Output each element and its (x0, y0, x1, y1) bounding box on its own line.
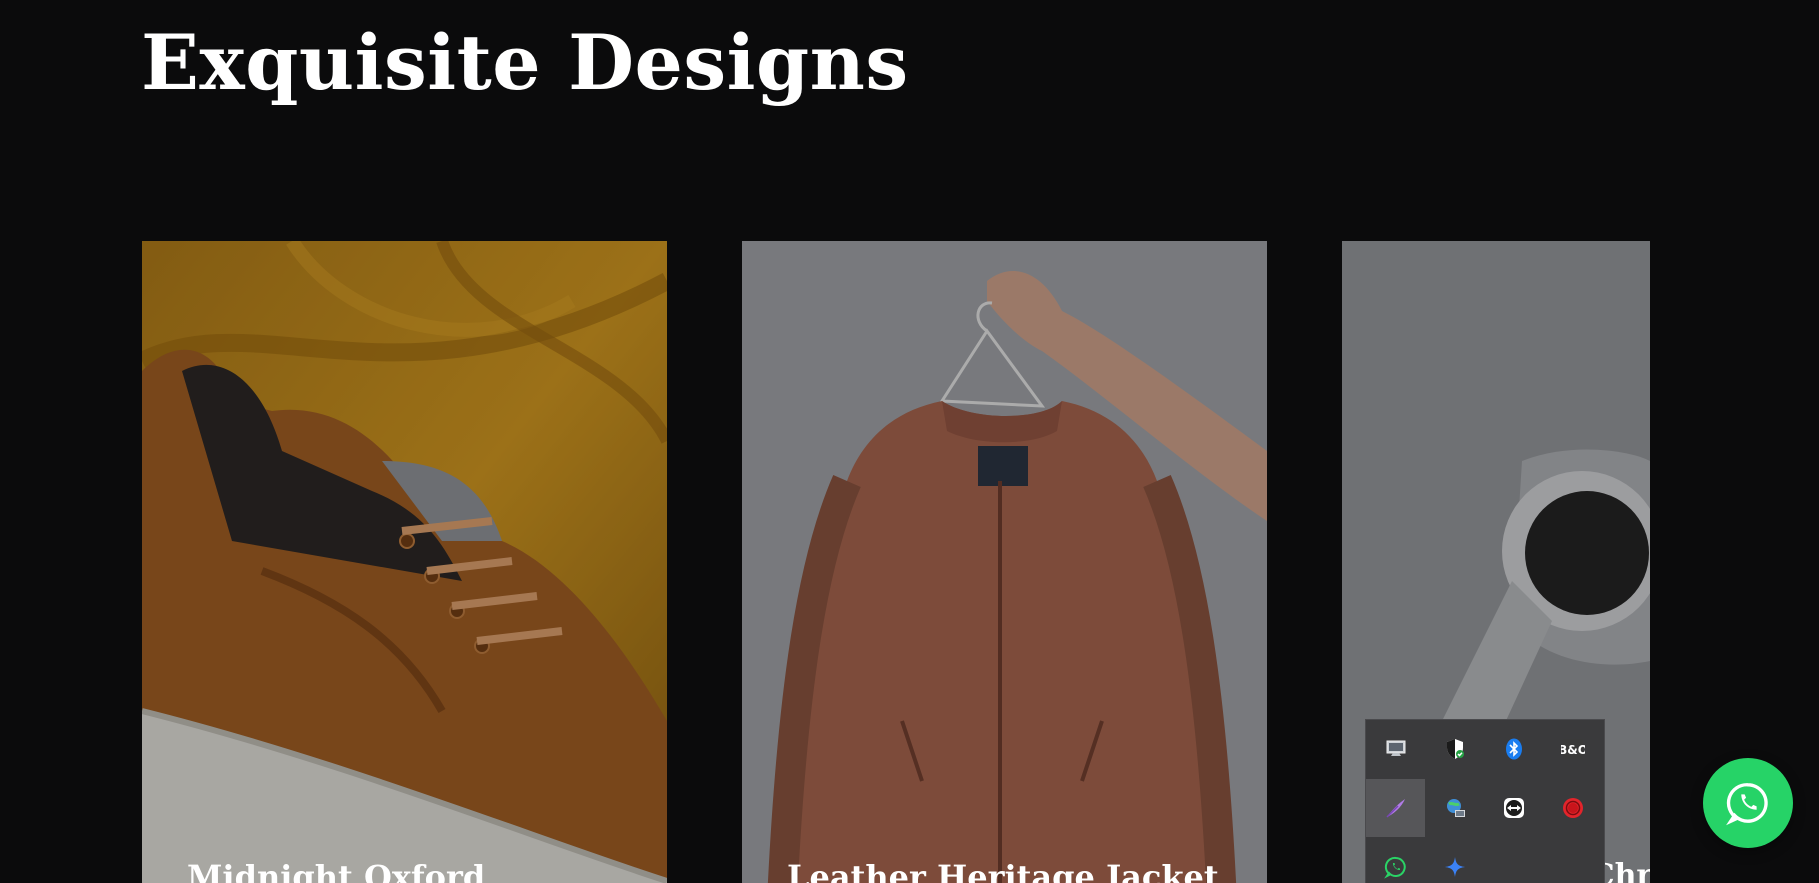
display-icon[interactable] (1366, 720, 1425, 778)
whatsapp-icon[interactable] (1366, 838, 1425, 883)
page-title: Exquisite Designs (141, 18, 909, 107)
card-overlay (142, 241, 667, 883)
sparkle-icon[interactable] (1425, 838, 1484, 883)
svg-text:B&O: B&O (1561, 743, 1585, 757)
system-tray-overflow: B&O (1365, 719, 1605, 883)
bluetooth-icon[interactable] (1484, 720, 1543, 778)
product-title[interactable]: Midnight Oxford (187, 858, 485, 883)
card-overlay (742, 241, 1267, 883)
product-title[interactable]: Leather Heritage Jacket (787, 858, 1219, 883)
whatsapp-chat-button[interactable] (1703, 758, 1793, 848)
app-bo-icon[interactable]: B&O (1543, 720, 1602, 778)
product-card-leather-heritage-jacket[interactable]: Leather Heritage Jacket (742, 241, 1267, 883)
whatsapp-icon (1726, 783, 1768, 826)
teamviewer-icon[interactable] (1484, 779, 1543, 837)
product-card-midnight-oxford[interactable]: Midnight Oxford (142, 241, 667, 883)
feather-pen-icon[interactable] (1366, 779, 1425, 837)
record-icon[interactable] (1543, 779, 1602, 837)
security-shield-icon[interactable] (1425, 720, 1484, 778)
network-globe-icon[interactable] (1425, 779, 1484, 837)
page: Exquisite Designs Midnight Oxford Leathe… (0, 0, 1819, 883)
